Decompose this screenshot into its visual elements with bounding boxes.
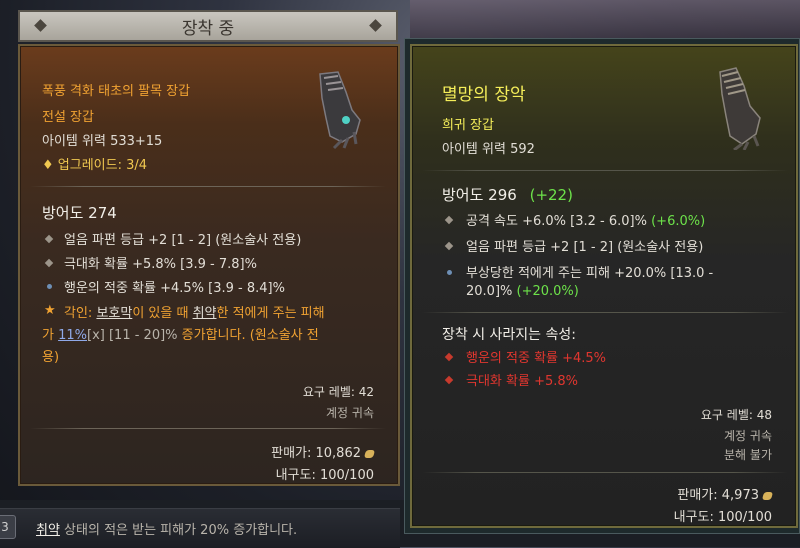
sell-value: 판매가: 10,862	[271, 442, 376, 461]
gauntlet-icon	[319, 71, 361, 150]
upgrade-row: ♦ 업그레이드: 3/4	[42, 154, 147, 173]
aspect-text-part: 이 있을 때	[132, 306, 193, 321]
background-scenery	[410, 0, 800, 40]
item-power: 아이템 위력 533+15	[42, 134, 163, 149]
aspect-prefix: 각인:	[64, 306, 97, 321]
equipped-header-label: 장착 중	[181, 18, 235, 39]
keyword-vulnerable-tooltip: 취약	[36, 523, 60, 538]
keyword-tooltip-bar: 취약 상태의 적은 받는 피해가 20% 증가합니다.	[0, 508, 400, 548]
keyword-tooltip-description: 상태의 적은 받는 피해가 20% 증가합니다.	[59, 523, 298, 538]
divider	[30, 186, 386, 187]
aspect-line-2: 가 11%[x] [11 - 20]% 증가합니다. (원소술사 전	[42, 325, 319, 347]
account-bound: 계정 귀속	[326, 406, 374, 420]
equipped-item-tooltip: 폭풍 격화 태초의 팔목 장갑 전설 장갑 아이템 위력 533+15 ♦ 업그…	[18, 44, 400, 486]
lost-bullet-icon	[444, 375, 454, 385]
affix-2: 얼음 파편 등급 +2 [1 - 2] (원소술사 전용)	[466, 240, 704, 255]
affix-bullet-icon	[447, 270, 452, 275]
lost-affix-1: 행운의 적중 확률 +4.5%	[466, 351, 607, 366]
aspect-value: 11%	[58, 328, 87, 343]
divider	[422, 170, 788, 171]
sell-value: 판매가: 4,973	[677, 484, 774, 503]
divider	[422, 472, 788, 473]
affix-3: 행운의 적중 확률 +4.5% [3.9 - 8.4]%	[64, 281, 285, 296]
keyword-tooltip-text: 취약 상태의 적은 받는 피해가 20% 증가합니다.	[36, 519, 297, 538]
affix-bullet-icon	[44, 258, 54, 268]
divider	[30, 428, 386, 429]
armor-diff: (+22)	[529, 186, 573, 204]
item-name: 폭풍 격화 태초의 팔목 장갑	[42, 84, 191, 99]
affix-2: 극대화 확률 +5.8% [3.9 - 7.8]%	[64, 257, 257, 272]
gold-coin-icon	[761, 491, 774, 500]
aspect-star-icon: ★	[44, 303, 56, 318]
compared-item-tooltip: 멸망의 장악 희귀 장갑 아이템 위력 592 방어도 296 (+22) 공격…	[410, 44, 798, 528]
keyword-vulnerable[interactable]: 취약	[193, 306, 217, 321]
affix-1-diff: (+6.0%)	[651, 214, 706, 229]
upgrade-count: 업그레이드: 3/4	[57, 158, 148, 173]
affix-1: 얼음 파편 등급 +2 [1 - 2] (원소술사 전용)	[64, 233, 302, 248]
keyword-barrier[interactable]: 보호막	[96, 306, 132, 321]
gold-coin-icon	[363, 449, 376, 458]
affix-3-line-2: 20.0]% (+20.0%)	[466, 284, 579, 299]
item-name: 멸망의 장악	[442, 85, 526, 105]
item-type: 희귀 장갑	[442, 118, 494, 133]
durability: 내구도: 100/100	[673, 510, 772, 525]
upgrade-diamond-icon: ♦	[42, 158, 58, 173]
item-type: 전설 장갑	[42, 110, 94, 125]
aspect-range: [11 - 20]%	[104, 328, 182, 343]
aspect-text: 각인: 보호막이 있을 때 취약한 적에게 주는 피해	[64, 303, 325, 325]
armor-value: 방어도 296	[442, 186, 517, 204]
aspect-text-part: 증가합니다. (원소술사 전	[181, 328, 319, 343]
affix-1: 공격 속도 +6.0% [3.2 - 6.0]% (+6.0%)	[466, 210, 705, 229]
divider	[422, 312, 788, 313]
gauntlet-icon	[719, 67, 761, 150]
affix-3-text: 20.0]%	[466, 284, 513, 299]
item-power: 아이템 위력 592	[442, 142, 535, 157]
aspect-text-part: 가	[42, 328, 59, 343]
header-ornament-right	[369, 19, 382, 32]
aspect-x-mark: [x]	[87, 328, 105, 343]
affix-bullet-icon	[444, 241, 454, 251]
affix-3: 부상당한 적에게 주는 피해 +20.0% [13.0 -	[466, 266, 714, 281]
page-badge: 3	[0, 515, 16, 539]
lost-affix-2: 극대화 확률 +5.8%	[466, 374, 578, 389]
affix-bullet-icon	[444, 215, 454, 225]
lost-bullet-icon	[444, 352, 454, 362]
aspect-text-part: 한 적에게 주는 피해	[216, 306, 325, 321]
required-level: 요구 레벨: 42	[302, 385, 374, 399]
no-salvage: 분해 불가	[724, 448, 772, 462]
aspect-line-3: 용)	[42, 350, 60, 365]
armor-value: 방어도 274	[42, 204, 117, 222]
account-bound: 계정 귀속	[724, 429, 772, 443]
luck-bullet-icon	[47, 284, 52, 289]
lost-properties-header: 장착 시 사라지는 속성:	[442, 327, 576, 343]
affix-bullet-icon	[44, 234, 54, 244]
affix-1-text: 공격 속도 +6.0% [3.2 - 6.0]%	[466, 214, 647, 229]
affix-3-diff: (+20.0%)	[516, 284, 579, 299]
sell-value-label: 판매가: 10,862	[271, 446, 361, 461]
durability: 내구도: 100/100	[275, 468, 374, 483]
required-level: 요구 레벨: 48	[700, 408, 772, 422]
armor-row: 방어도 296 (+22)	[442, 184, 573, 205]
sell-value-label: 판매가: 4,973	[677, 488, 759, 503]
header-ornament-left	[34, 19, 47, 32]
equipped-header: 장착 중	[18, 10, 398, 42]
